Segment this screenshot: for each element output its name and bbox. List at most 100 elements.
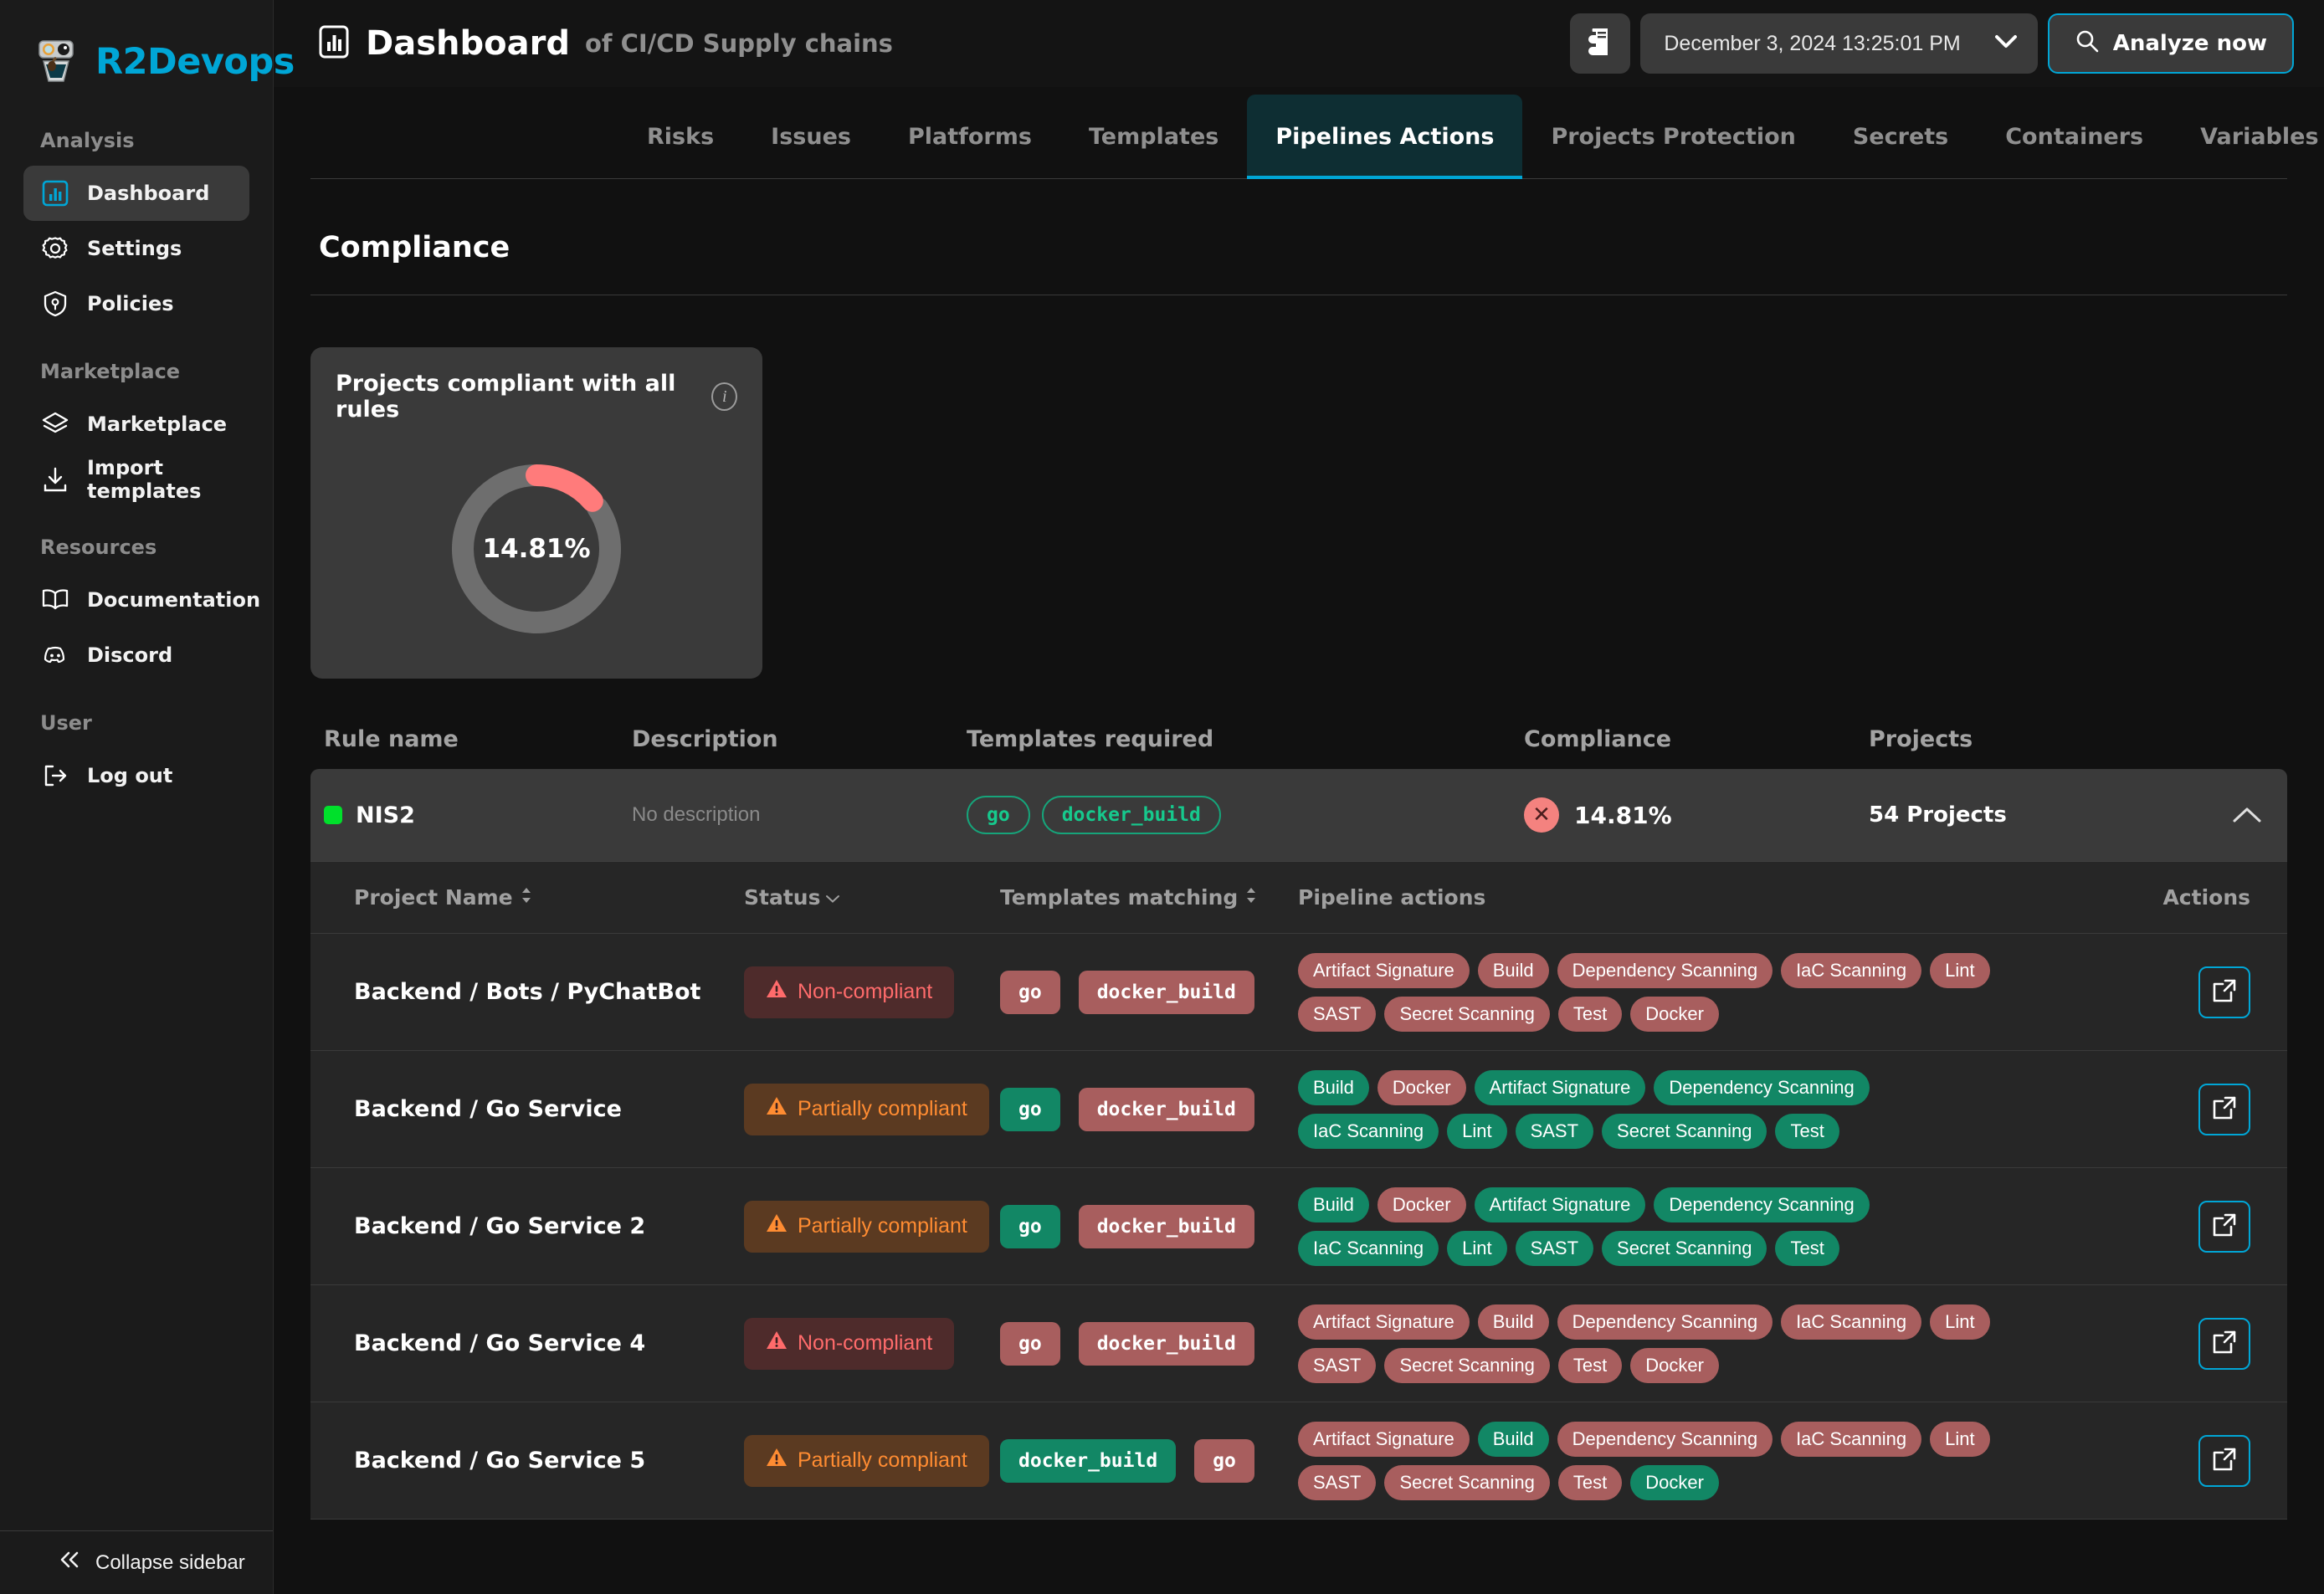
open-project-button[interactable]: [2198, 1435, 2250, 1487]
tab-containers[interactable]: Containers: [1977, 95, 2172, 178]
layers-icon: [40, 409, 70, 439]
rule-status-dot: [324, 806, 342, 824]
templates-matching-cell: docker_build go: [1000, 1439, 1298, 1483]
template-badge[interactable]: go: [1000, 1205, 1060, 1248]
tab-risks[interactable]: Risks: [618, 95, 742, 178]
pipeline-action-badge: Lint: [1930, 953, 1989, 988]
table-row[interactable]: Backend / Bots / PyChatBotNon-compliantg…: [310, 934, 2287, 1051]
template-badge[interactable]: docker_build: [1000, 1439, 1176, 1483]
rules-table: Rule name Description Templates required…: [310, 709, 2287, 1520]
pipeline-action-badge: Dependency Scanning: [1557, 953, 1772, 988]
page-subtitle-text: of CI/CD Supply chains: [585, 29, 893, 58]
external-link-icon: [2210, 1094, 2239, 1125]
pipeline-action-badge: Test: [1558, 997, 1622, 1032]
tab-issues[interactable]: Issues: [742, 95, 880, 178]
pipeline-action-badge: Build: [1298, 1070, 1369, 1105]
status-badge: Partially compliant: [744, 1201, 989, 1253]
required-template-badge[interactable]: docker_build: [1042, 796, 1221, 834]
status-badge: Partially compliant: [744, 1084, 989, 1135]
chevron-down-icon[interactable]: [825, 888, 840, 908]
sidebar-item-label: Log out: [87, 764, 172, 787]
pipeline-action-badge: Build: [1478, 1422, 1549, 1457]
table-row[interactable]: Backend / Go ServicePartially compliantg…: [310, 1051, 2287, 1168]
donut-center-label: 14.81%: [445, 458, 628, 640]
pipeline-action-badge: Docker: [1377, 1070, 1466, 1105]
rule-row-nis2[interactable]: NIS2 No description godocker_build ✕ 14.…: [310, 769, 2287, 861]
tab-variables[interactable]: Variables: [2172, 95, 2324, 178]
section-title: Compliance: [310, 179, 2287, 295]
header-status[interactable]: Status: [744, 885, 1000, 910]
template-badge[interactable]: docker_build: [1079, 1322, 1254, 1366]
table-row[interactable]: Backend / Go Service 4Non-compliantgodoc…: [310, 1285, 2287, 1402]
template-badge[interactable]: docker_build: [1079, 1205, 1254, 1248]
date-picker[interactable]: December 3, 2024 13:25:01 PM: [1640, 13, 2037, 74]
pipeline-action-badge: Docker: [1630, 997, 1719, 1032]
pipeline-action-badge: Lint: [1930, 1304, 1989, 1340]
info-icon[interactable]: i: [711, 382, 737, 411]
pipeline-actions-list: BuildDockerArtifact SignatureDependency …: [1298, 1182, 2018, 1271]
shield-key-icon: [40, 289, 70, 319]
sidebar-item-policies[interactable]: Policies: [23, 276, 249, 331]
pipeline-action-badge: IaC Scanning: [1298, 1231, 1439, 1266]
open-project-button[interactable]: [2198, 1201, 2250, 1253]
header-project-name[interactable]: Project Name: [354, 885, 744, 910]
analyze-now-button[interactable]: Analyze now: [2048, 13, 2294, 74]
required-template-badge[interactable]: go: [967, 796, 1030, 834]
open-project-button[interactable]: [2198, 1318, 2250, 1370]
sidebar-item-import-templates[interactable]: Import templates: [23, 452, 249, 507]
header-rule-name: Rule name: [324, 726, 632, 752]
sort-icon[interactable]: [520, 885, 533, 910]
table-row[interactable]: Backend / Go Service 5Partially complian…: [310, 1402, 2287, 1520]
sidebar-item-dashboard[interactable]: Dashboard: [23, 166, 249, 221]
open-project-button[interactable]: [2198, 966, 2250, 1018]
sort-icon[interactable]: [1244, 885, 1258, 910]
table-row[interactable]: Backend / Go Service 2Partially complian…: [310, 1168, 2287, 1285]
status-label: Partially compliant: [798, 1214, 967, 1238]
open-project-button[interactable]: [2198, 1084, 2250, 1135]
header-compliance: Compliance: [1524, 726, 1869, 752]
status-cell: Non-compliant: [744, 966, 1000, 1018]
template-badge[interactable]: go: [1000, 1322, 1060, 1366]
external-link-icon: [2210, 1211, 2239, 1243]
collapse-sidebar-button[interactable]: Collapse sidebar: [0, 1530, 273, 1594]
tab-templates[interactable]: Templates: [1060, 95, 1247, 178]
template-badge[interactable]: docker_build: [1079, 1088, 1254, 1131]
pipeline-action-badge: Artifact Signature: [1298, 953, 1470, 988]
pipeline-action-badge: Dependency Scanning: [1557, 1304, 1772, 1340]
status-cell: Partially compliant: [744, 1084, 1000, 1135]
projects-table: Project Name Status Templates matching: [310, 861, 2287, 1520]
donut-chart: 14.81%: [336, 444, 737, 653]
template-badge[interactable]: go: [1000, 971, 1060, 1014]
pipeline-action-badge: SAST: [1298, 997, 1376, 1032]
pipeline-actions-cell: Artifact SignatureBuildDependency Scanni…: [1298, 1299, 2198, 1388]
tab-pipelines-actions[interactable]: Pipelines Actions: [1247, 95, 1522, 178]
tab-platforms[interactable]: Platforms: [880, 95, 1060, 178]
template-badge[interactable]: go: [1000, 1088, 1060, 1131]
template-badge[interactable]: go: [1194, 1439, 1254, 1483]
chevron-up-icon[interactable]: [2232, 801, 2262, 829]
sidebar-item-marketplace[interactable]: Marketplace: [23, 397, 249, 452]
warning-triangle-icon: [766, 1447, 787, 1474]
pipeline-action-badge: Dependency Scanning: [1557, 1422, 1772, 1457]
sidebar-item-discord[interactable]: Discord: [23, 628, 249, 683]
header-templates-matching[interactable]: Templates matching: [1000, 885, 1298, 910]
main-area: Dashboard of CI/CD Supply chains Decembe…: [274, 0, 2324, 1594]
search-icon: [2075, 28, 2100, 59]
tab-projects-protection[interactable]: Projects Protection: [1522, 95, 1824, 178]
sidebar-item-log-out[interactable]: Log out: [23, 748, 249, 803]
sidebar-section-title: Analysis: [0, 129, 273, 152]
sidebar-item-settings[interactable]: Settings: [23, 221, 249, 276]
template-badge[interactable]: docker_build: [1079, 971, 1254, 1014]
tab-secrets[interactable]: Secrets: [1824, 95, 1977, 178]
pipeline-action-badge: Test: [1558, 1465, 1622, 1500]
warning-triangle-icon: [766, 1212, 787, 1240]
topbar: Dashboard of CI/CD Supply chains Decembe…: [274, 0, 2324, 87]
pipeline-action-badge: Secret Scanning: [1384, 1465, 1549, 1500]
pipeline-action-badge: Docker: [1630, 1465, 1719, 1500]
pipeline-action-badge: Dependency Scanning: [1654, 1070, 1869, 1105]
brand[interactable]: R2Devops: [0, 0, 273, 100]
sidebar-item-documentation[interactable]: Documentation: [23, 572, 249, 628]
pipeline-actions-cell: BuildDockerArtifact SignatureDependency …: [1298, 1065, 2198, 1154]
report-icon-button[interactable]: [1570, 13, 1630, 74]
header-pipeline-actions: Pipeline actions: [1298, 885, 2120, 910]
